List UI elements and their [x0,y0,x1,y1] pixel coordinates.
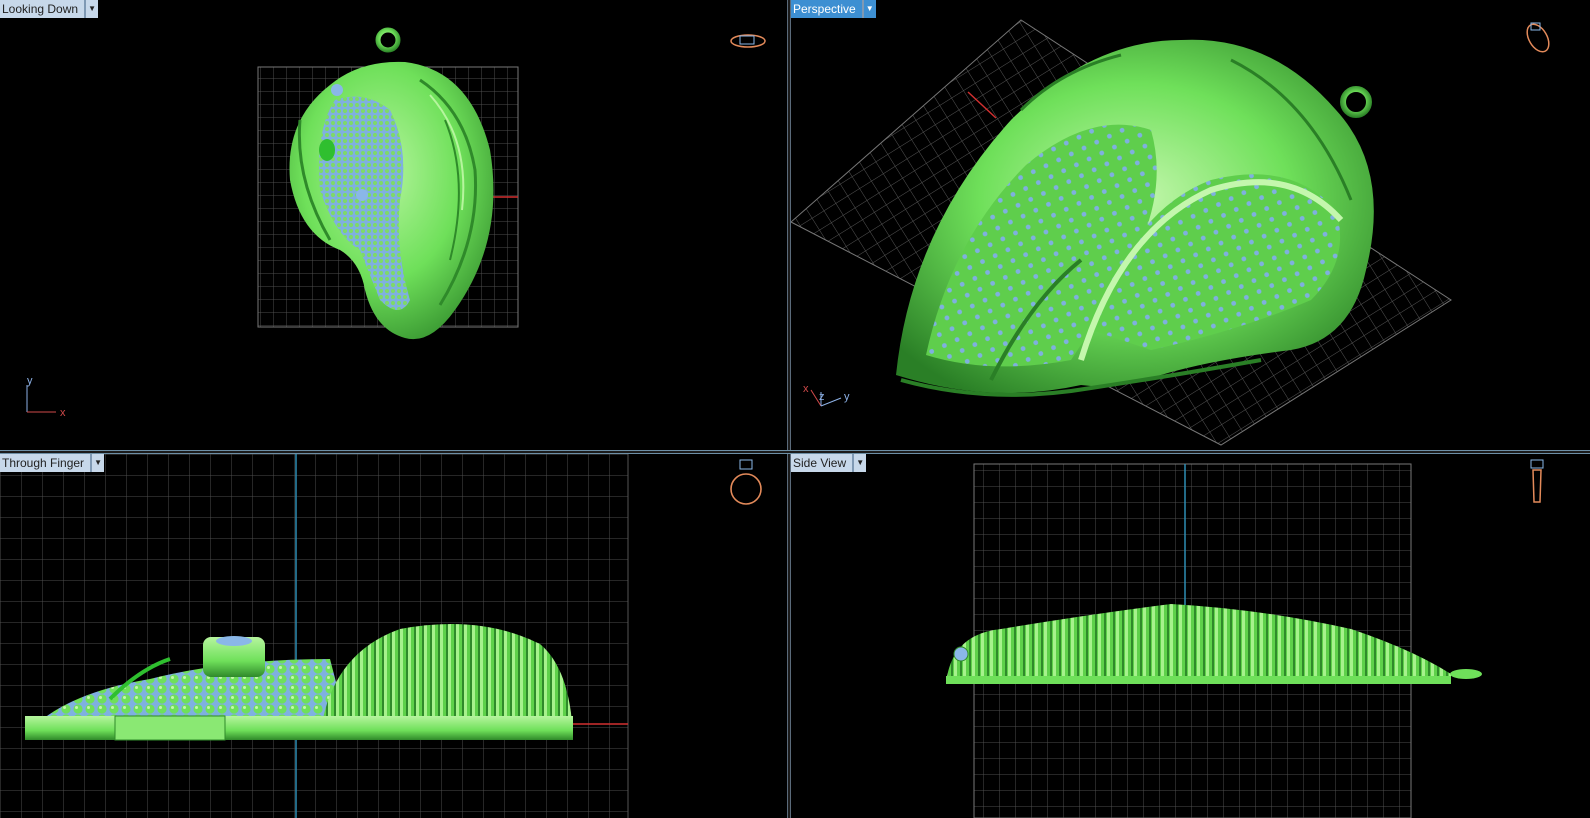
perspective-canvas: x z y [791,19,1554,446]
viewport-label-through-finger[interactable]: Through Finger ▼ [0,454,105,472]
axis-label-x: x [60,407,66,419]
view-menu-dropdown-icon[interactable]: ▼ [91,454,105,472]
axis-label-y: y [844,391,850,403]
viewport-label-looking-down[interactable]: Looking Down ▼ [0,0,99,18]
looking-down-canvas: y x [26,27,766,419]
viewport-label-side-view[interactable]: Side View ▼ [791,454,867,472]
view-menu-dropdown-icon[interactable]: ▼ [853,454,867,472]
axis-label-y: y [27,375,33,387]
viewport-splitter-vertical[interactable] [787,0,791,818]
axis-label-z: z [819,391,825,403]
grid-plane [0,454,628,818]
viewport-title: Through Finger [0,454,92,472]
viewport-title: Perspective [791,0,863,18]
viewport-perspective[interactable]: Perspective ▼ x z y [791,0,1590,450]
viewport-through-finger[interactable]: Through Finger ▼ [0,454,787,818]
side-view-canvas [946,459,1544,818]
ring-top-icon[interactable] [730,34,766,48]
axis-triad: y x [26,375,66,419]
through-finger-canvas [0,454,762,818]
viewport-title: Looking Down [0,0,86,18]
ring-side-icon[interactable] [1530,459,1544,503]
viewport-looking-down[interactable]: Looking Down ▼ y x [0,0,787,450]
ring-front-icon[interactable] [730,459,762,505]
axis-triad: x z y [803,383,850,407]
axis-label-x: x [803,383,809,395]
viewport-label-perspective[interactable]: Perspective ▼ [791,0,876,18]
ring-perspective-icon[interactable] [1523,21,1554,56]
viewport-side-view[interactable]: Side View ▼ [791,454,1590,818]
view-menu-dropdown-icon[interactable]: ▼ [862,0,876,18]
viewport-title: Side View [791,454,854,472]
view-menu-dropdown-icon[interactable]: ▼ [85,0,99,18]
